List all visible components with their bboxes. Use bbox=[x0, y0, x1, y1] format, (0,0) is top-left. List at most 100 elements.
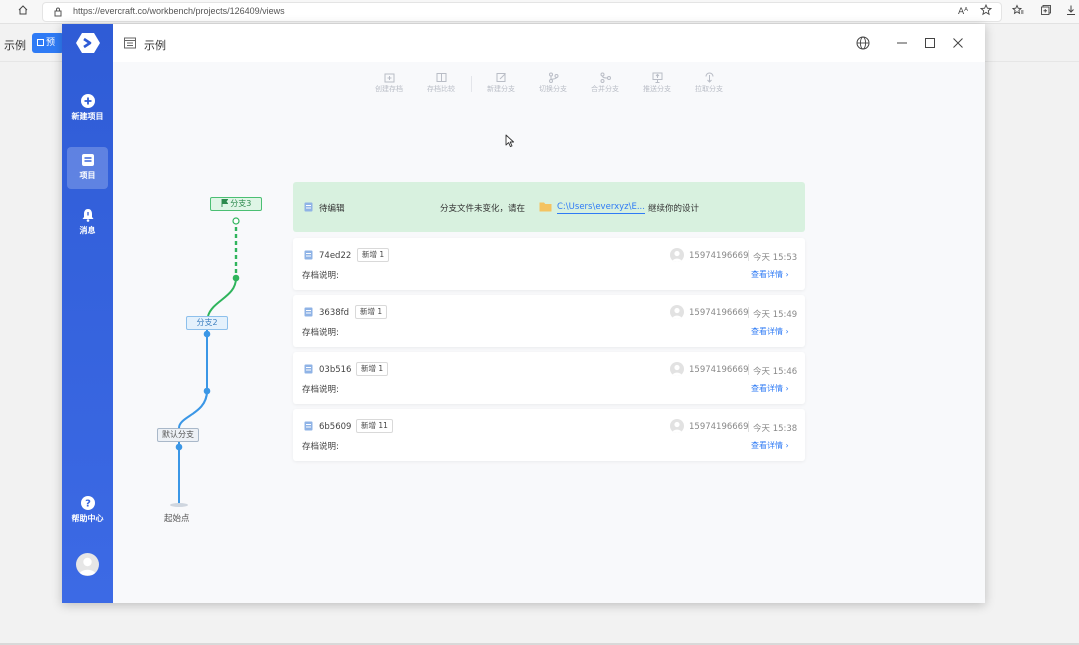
archive-note: 存档说明: bbox=[302, 442, 339, 452]
flag-icon bbox=[221, 199, 229, 207]
change-badge: 新增 1 bbox=[356, 362, 389, 376]
sidebar-item-label: 项目 bbox=[79, 171, 96, 180]
view-details-link[interactable]: 查看详情 › bbox=[751, 269, 789, 280]
toolbar-push-branch[interactable]: 推送分支 bbox=[635, 70, 679, 102]
toolbar-merge-branch[interactable]: 合并分支 bbox=[583, 70, 627, 102]
sidebar-item-label: 新建项目 bbox=[71, 112, 104, 121]
read-aloud-icon[interactable]: Aᴬ bbox=[955, 4, 971, 20]
globe-icon[interactable] bbox=[855, 35, 871, 51]
avatar bbox=[670, 248, 684, 262]
sidebar-item-messages[interactable]: 消息 bbox=[67, 202, 108, 244]
view-details-label: 查看详情 bbox=[751, 441, 783, 450]
document-icon bbox=[124, 37, 136, 49]
archive-icon bbox=[304, 364, 313, 374]
main-content: 创建存档 存档比较 新建分支 切换分支 合并分支 推送分支 拉取分支 分支3 分… bbox=[113, 62, 985, 603]
archive-create-icon bbox=[384, 73, 394, 83]
toolbar-label: 新建分支 bbox=[487, 85, 515, 93]
close-icon[interactable] bbox=[950, 35, 966, 51]
avatar bbox=[670, 305, 684, 319]
sidebar-item-projects[interactable]: 项目 bbox=[67, 147, 108, 189]
toolbar-pull-branch[interactable]: 拉取分支 bbox=[687, 70, 731, 102]
archive-icon bbox=[304, 250, 313, 260]
toolbar-create-archive[interactable]: 创建存档 bbox=[367, 70, 411, 102]
favorites-icon[interactable] bbox=[1010, 4, 1026, 20]
toolbar-label: 存档比较 bbox=[427, 85, 455, 93]
avatar bbox=[670, 362, 684, 376]
chevron-right-icon: › bbox=[785, 384, 789, 393]
action-toolbar: 创建存档 存档比较 新建分支 切换分支 合并分支 推送分支 拉取分支 bbox=[367, 70, 727, 102]
branch-label: 分支3 bbox=[230, 199, 252, 208]
push-branch-icon bbox=[652, 72, 662, 83]
lock-icon bbox=[54, 7, 62, 17]
window-title: 示例 bbox=[144, 39, 166, 52]
copy-icon bbox=[37, 39, 44, 46]
toolbar-switch-branch[interactable]: 切换分支 bbox=[531, 70, 575, 102]
toolbar-new-branch[interactable]: 新建分支 bbox=[479, 70, 523, 102]
branch-label: 分支2 bbox=[196, 318, 218, 327]
branch-node-branch3[interactable]: 分支3 bbox=[210, 197, 262, 211]
archive-card: 6b5609 新增 11 存档说明: 15974196669 今天 15:38 … bbox=[293, 409, 805, 461]
divider bbox=[748, 364, 749, 375]
app-window: 新建项目 项目 消息 ? 帮助中心 示例 创建存档 存档比较 新建分支 切换分支… bbox=[62, 24, 985, 603]
badge-count: 1 bbox=[379, 250, 385, 259]
change-badge: 新增 1 bbox=[355, 305, 388, 319]
address-bar[interactable]: https://evercraft.co/workbench/projects/… bbox=[42, 2, 1002, 22]
toolbar-compare-archive[interactable]: 存档比较 bbox=[419, 70, 463, 102]
new-branch-icon bbox=[496, 73, 506, 82]
archive-note: 存档说明: bbox=[302, 271, 339, 281]
collections-icon[interactable] bbox=[1038, 4, 1054, 20]
switch-branch-icon bbox=[548, 72, 558, 83]
background-page-title: 示例 bbox=[4, 39, 26, 52]
pending-card: 待编辑 分支文件未变化，请在 C:\Users\everxyz\E... 继续你… bbox=[293, 182, 805, 232]
badge-label: 新增 bbox=[361, 421, 376, 430]
merge-branch-icon bbox=[600, 72, 611, 83]
favorite-add-icon[interactable] bbox=[978, 3, 994, 20]
mouse-cursor-icon bbox=[505, 134, 515, 148]
change-badge: 新增 11 bbox=[356, 419, 393, 433]
avatar[interactable] bbox=[76, 553, 99, 576]
sidebar-item-new-project[interactable]: 新建项目 bbox=[67, 88, 108, 130]
badge-label: 新增 bbox=[362, 250, 377, 259]
background-preview-button[interactable]: 预 bbox=[32, 33, 64, 53]
commit-time: 今天 15:53 bbox=[753, 253, 798, 263]
divider bbox=[748, 250, 749, 261]
branch-node-default[interactable]: 默认分支 bbox=[157, 428, 199, 442]
toolbar-label: 推送分支 bbox=[643, 85, 671, 93]
maximize-icon[interactable] bbox=[922, 35, 938, 51]
archive-icon bbox=[304, 421, 313, 431]
view-details-link[interactable]: 查看详情 › bbox=[751, 326, 789, 337]
avatar bbox=[670, 419, 684, 433]
toolbar-label: 拉取分支 bbox=[695, 85, 723, 93]
home-icon[interactable] bbox=[15, 4, 31, 20]
archive-card: 74ed22 新增 1 存档说明: 15974196669 今天 15:53 查… bbox=[293, 238, 805, 290]
sidebar: 新建项目 项目 消息 ? 帮助中心 bbox=[62, 24, 113, 603]
sidebar-item-help[interactable]: ? 帮助中心 bbox=[67, 490, 108, 532]
badge-count: 1 bbox=[377, 307, 383, 316]
badge-label: 新增 bbox=[360, 307, 375, 316]
archive-note: 存档说明: bbox=[302, 385, 339, 395]
download-icon[interactable] bbox=[1063, 4, 1079, 20]
branch-node-branch2[interactable]: 分支2 bbox=[186, 316, 228, 330]
pending-label: 待编辑 bbox=[319, 204, 345, 214]
commit-time: 今天 15:38 bbox=[753, 424, 798, 434]
help-icon: ? bbox=[80, 496, 95, 510]
divider bbox=[748, 421, 749, 432]
commit-user: 15974196669 bbox=[689, 365, 749, 375]
commit-time: 今天 15:46 bbox=[753, 367, 798, 377]
view-details-link[interactable]: 查看详情 › bbox=[751, 383, 789, 394]
pending-message-tail: 继续你的设计 bbox=[648, 204, 700, 214]
minimize-icon[interactable] bbox=[894, 35, 910, 51]
app-logo-icon bbox=[76, 33, 100, 53]
user-icon bbox=[79, 557, 96, 575]
chevron-right-icon: › bbox=[785, 327, 789, 336]
commit-hash: 03b516 bbox=[319, 365, 352, 375]
commit-time: 今天 15:49 bbox=[753, 310, 798, 320]
archive-card: 3638fd 新增 1 存档说明: 15974196669 今天 15:49 查… bbox=[293, 295, 805, 347]
folder-icon bbox=[539, 202, 552, 212]
folder-icon bbox=[81, 154, 94, 166]
commit-user: 15974196669 bbox=[689, 251, 749, 261]
folder-path-link[interactable]: C:\Users\everxyz\E... bbox=[557, 202, 645, 214]
view-details-link[interactable]: 查看详情 › bbox=[751, 440, 789, 451]
change-badge: 新增 1 bbox=[357, 248, 390, 262]
commit-user: 15974196669 bbox=[689, 308, 749, 318]
